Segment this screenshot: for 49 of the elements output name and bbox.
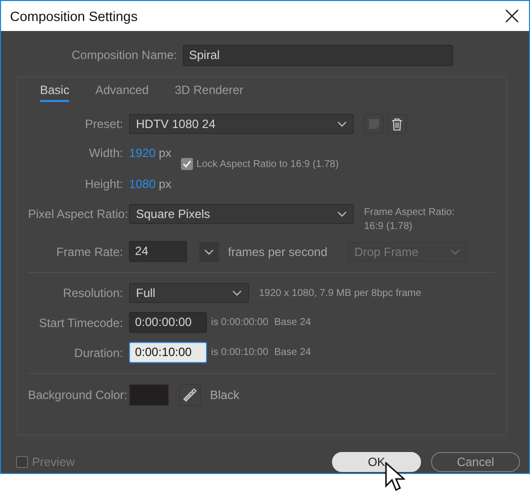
tab[interactable]: 3D Renderer — [174, 83, 244, 100]
document-icon — [367, 117, 381, 131]
field-label: Frame Rate: — [55, 244, 123, 258]
unit-label: px — [158, 176, 172, 190]
color-name: Black — [210, 388, 240, 402]
timecode-info: is 0:00:00:00 — [211, 317, 268, 328]
resolution-dropdown[interactable]: Full — [129, 283, 249, 303]
field-label: Resolution: — [62, 286, 123, 300]
preset-dropdown[interactable]: HDTV 1080 24 — [129, 114, 354, 134]
checkbox[interactable] — [181, 158, 194, 170]
trash-icon — [390, 117, 404, 131]
chevron-icon — [204, 248, 214, 254]
frame-aspect-value: 16:9 (1.78) — [364, 220, 414, 234]
unit-label: frames per second — [228, 244, 328, 258]
delete-preset-button[interactable] — [387, 114, 407, 134]
chevron-icon — [337, 121, 347, 127]
ok-button[interactable]: OK — [332, 452, 421, 472]
unit-label: px — [158, 146, 172, 160]
frame-rate-field[interactable]: 24 — [129, 241, 187, 262]
mouse-pointer-icon — [385, 462, 405, 492]
field-label: Composition Name: — [70, 48, 177, 62]
frame-rate-dropdown[interactable] — [199, 242, 219, 262]
tab[interactable]: Advanced — [95, 83, 149, 100]
timecode-field[interactable]: 0:00:10:00 — [129, 342, 207, 363]
chevron-icon — [337, 211, 347, 217]
field-label: Height: — [84, 176, 123, 190]
checkbox-label: Preview — [32, 455, 75, 469]
window-title: Composition Settings — [10, 8, 138, 24]
color-swatch[interactable] — [129, 384, 169, 406]
eyedropper-button[interactable] — [179, 384, 201, 406]
chevron-icon — [232, 290, 242, 296]
resolution-info: 1920 x 1080, 7.9 MB per 8bpc frame — [259, 288, 422, 298]
timecode-info: is 0:00:10:00 — [211, 347, 268, 358]
cancel-button[interactable]: Cancel — [431, 452, 520, 472]
frame-aspect-label: Frame Aspect Ratio: — [364, 206, 455, 220]
field-label: Start Timecode: — [38, 316, 123, 330]
timecode-base: Base 24 — [274, 317, 311, 328]
timecode-base: Base 24 — [274, 347, 311, 358]
timecode-field[interactable]: 0:00:00:00 — [129, 312, 207, 333]
close-icon[interactable] — [505, 9, 519, 23]
composition-name-field[interactable]: Spiral — [183, 44, 453, 66]
eyedropper-icon — [182, 387, 198, 403]
field-label: Duration: — [73, 346, 123, 360]
pixel-aspect-dropdown[interactable]: Square Pixels — [129, 204, 354, 224]
checkbox-label: Lock Aspect Ratio to 16:9 (1.78) — [196, 158, 339, 170]
field-label: Preset: — [84, 117, 123, 131]
chevron-icon — [450, 248, 460, 254]
field-label: Width: — [88, 146, 123, 160]
tab[interactable]: Basic — [40, 83, 70, 102]
